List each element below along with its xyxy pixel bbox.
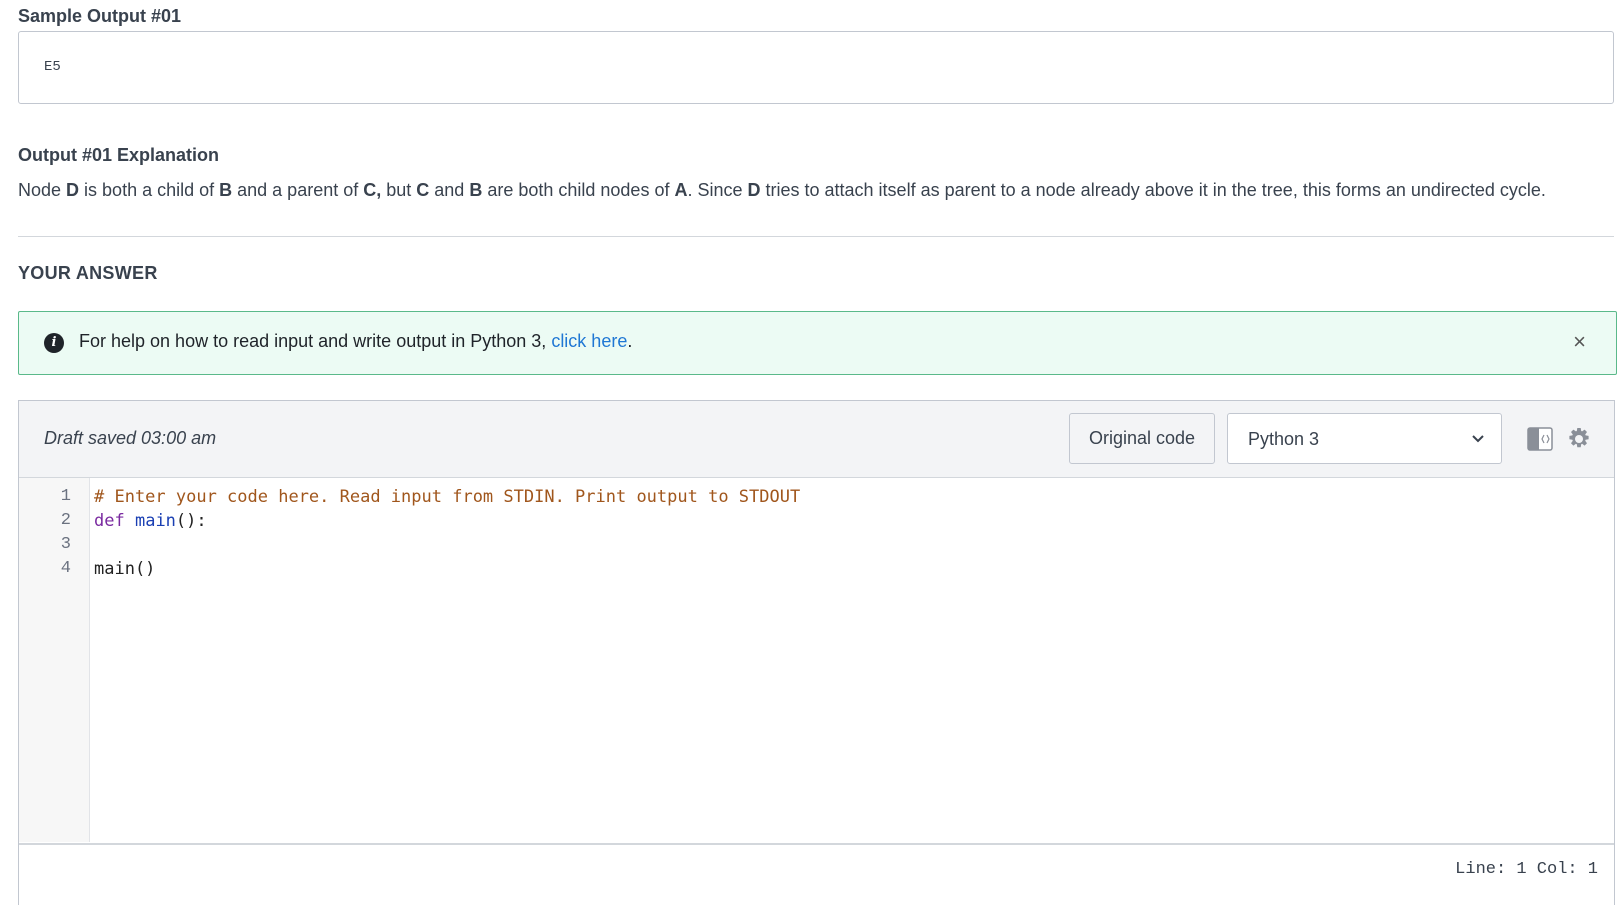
explanation-segment: and [429, 180, 470, 200]
explanation-segment: is both a child of [79, 180, 220, 200]
help-alert: i For help on how to read input and writ… [18, 311, 1617, 375]
code-punct: (): [175, 511, 207, 531]
line-number: 3 [60, 535, 71, 554]
gear-icon[interactable] [1567, 427, 1591, 451]
explanation-segment: but [381, 180, 417, 200]
editor-statusbar: Line: 1 Col: 1 [19, 843, 1614, 906]
code-keyword: def [94, 511, 125, 531]
help-link[interactable]: click here [551, 331, 627, 351]
explanation-node-label: C [416, 180, 430, 200]
split-view-icon[interactable] [1527, 427, 1553, 451]
explanation-node-label: B [469, 180, 483, 200]
help-alert-text: For help on how to read input and write … [79, 331, 632, 352]
code-line[interactable]: def main(): [94, 511, 207, 531]
explanation-segment: . Since [687, 180, 748, 200]
line-number: 2 [60, 511, 71, 530]
sample-output-box: E5 [18, 31, 1614, 104]
explanation-segment: Node [18, 180, 67, 200]
close-icon[interactable]: × [1573, 329, 1586, 355]
explanation-segment: are both child nodes of [482, 180, 675, 200]
explanation-text: Node D is both a child of B and a parent… [18, 176, 1612, 205]
your-answer-heading: YOUR ANSWER [18, 263, 158, 283]
divider [18, 236, 1614, 237]
code-editor: Draft saved 03:00 am Original code Pytho… [18, 400, 1615, 906]
explanation-node-label: D [747, 180, 761, 200]
code-function-name: main [134, 511, 176, 531]
draft-status: Draft saved 03:00 am [44, 428, 217, 448]
line-number: 4 [60, 559, 71, 578]
code-line[interactable]: main() [94, 559, 155, 579]
line-number: 1 [60, 487, 71, 506]
sample-output-value: E5 [44, 59, 61, 75]
info-icon: i [44, 333, 64, 353]
editor-toolbar: Draft saved 03:00 am Original code Pytho… [19, 401, 1614, 478]
language-select-value: Python 3 [1248, 429, 1320, 449]
explanation-segment: and a parent of [232, 180, 364, 200]
code-line[interactable]: # Enter your code here. Read input from … [94, 487, 800, 507]
line-number-gutter: 1 2 3 4 [19, 478, 90, 842]
language-select[interactable]: Python 3 [1227, 413, 1502, 464]
explanation-segment: tries to attach itself as parent to a no… [760, 180, 1546, 200]
explanation-title: Output #01 Explanation [18, 145, 220, 165]
help-alert-suffix: . [627, 331, 633, 351]
explanation-node-label: A [674, 180, 688, 200]
original-code-button[interactable]: Original code [1069, 413, 1215, 464]
sample-output-title: Sample Output #01 [18, 6, 182, 26]
cursor-position: Line: 1 Col: 1 [1455, 860, 1598, 879]
chevron-down-icon [1472, 435, 1484, 443]
explanation-node-label: D [66, 180, 80, 200]
explanation-node-label: B [219, 180, 233, 200]
explanation-node-label: C, [363, 180, 382, 200]
help-alert-message: For help on how to read input and write … [79, 331, 552, 351]
